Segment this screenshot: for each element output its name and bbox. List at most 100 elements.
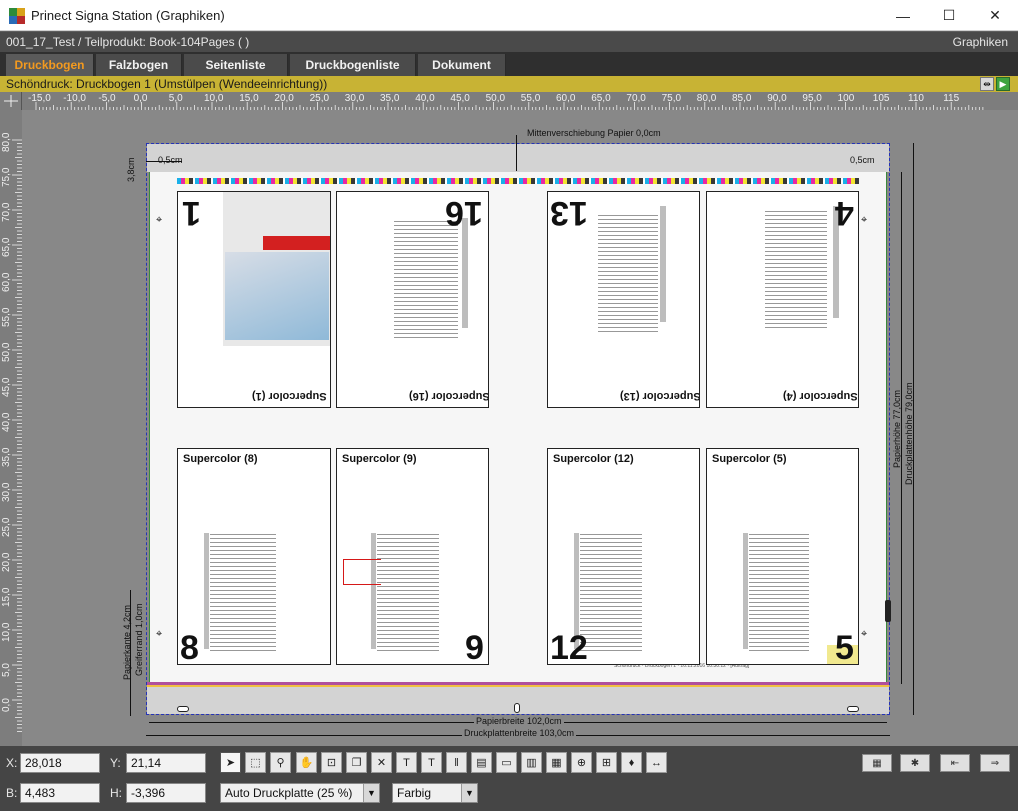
register-hole-left-icon (177, 706, 189, 712)
ruler-tick-label: 10,0 (204, 93, 224, 104)
page-number: 12 (550, 629, 588, 665)
ruler-tick-label: 40,0 (415, 93, 435, 104)
y-coordinate-field[interactable]: 21,14 (126, 753, 206, 773)
color-bar-tool-icon[interactable]: ▤ (471, 752, 492, 773)
ruler-tick-label: 50,0 (1, 342, 12, 362)
distance-tool-icon[interactable]: ↔ (646, 752, 667, 773)
hand-tool-icon[interactable]: ✋ (296, 752, 317, 773)
ruler-tick-label: 25,0 (310, 93, 330, 104)
text-tool-icon[interactable]: T (421, 752, 442, 773)
cyan-strip-tool-icon[interactable]: ▥ (521, 752, 542, 773)
tab-bar: Druckbogen Falzbogen Seitenliste Druckbo… (0, 52, 1018, 76)
page-13[interactable]: 13 Supercolor (13) (547, 191, 700, 408)
ruler-tick-label: 55,0 (1, 307, 12, 327)
center-register-icon (514, 703, 520, 713)
tab-druckbogenliste[interactable]: Druckbogenliste (290, 54, 416, 76)
selection-marker[interactable] (343, 559, 381, 585)
ruler-tick-label: 75,0 (1, 167, 12, 187)
page-16[interactable]: 16 Supercolor (16) (336, 191, 489, 408)
right-margin-label: 0,5cm (850, 155, 875, 165)
plate-select[interactable]: Auto Druckplatte (25 %) ▼ (220, 783, 380, 803)
tab-druckbogen[interactable]: Druckbogen (6, 54, 94, 76)
ruler-tick-label: 30,0 (345, 93, 365, 104)
next-sheet-icon[interactable]: ▶ (996, 77, 1010, 91)
page-number: 16 (445, 194, 483, 232)
horizontal-ruler: -15,0 -10,0 -5,0 0,0 5,0 10,0 15,0 20,0 25,0 30,0… (22, 92, 1018, 110)
page-title: Supercolor (1) (252, 390, 327, 402)
barcode-tool-icon[interactable]: ‖ (446, 752, 467, 773)
color-strip-tool-icon[interactable]: ▦ (546, 752, 567, 773)
ruler-tick-label: 65,0 (1, 237, 12, 257)
ruler-tick-label: 30,0 (1, 482, 12, 502)
minimize-button[interactable]: — (880, 0, 926, 31)
ruler-tick-label: 35,0 (380, 93, 400, 104)
app-logo-icon (9, 8, 25, 24)
center-offset-label: Mittenverschiebung Papier 0,0cm (527, 128, 661, 138)
ruler-tick-label: 20,0 (1, 552, 12, 572)
maximize-button[interactable]: ☐ (926, 0, 972, 31)
color-mode-select[interactable]: Farbig ▼ (392, 783, 478, 803)
crop-tool-icon[interactable]: ⊡ (321, 752, 342, 773)
vertical-ruler: 80,0 75,0 70,0 65,0 60,0 55,0 50,0 45,0 40,0 35,0… (0, 110, 22, 746)
text-frame-tool-icon[interactable]: T (396, 752, 417, 773)
x-coordinate-field[interactable]: 28,018 (20, 753, 100, 773)
plate-select-value: Auto Druckplatte (25 %) (225, 786, 353, 800)
sheet-status-text: Schöndruck: Druckbogen 1 (Umstülpen (Wen… (6, 77, 328, 91)
page-title: Supercolor (8) (183, 453, 258, 465)
ruler-tick-label: 20,0 (274, 93, 294, 104)
tab-seitenliste[interactable]: Seitenliste (184, 54, 288, 76)
ruler-tick-label: 105 (873, 93, 890, 104)
chevron-down-icon: ▼ (363, 784, 379, 802)
flip-sheet-icon[interactable]: ⇹ (980, 77, 994, 91)
page-9[interactable]: Supercolor (9) 9 (336, 448, 489, 665)
cut-marks-tool-icon[interactable]: ✕ (371, 752, 392, 773)
ruler-tick-label: 70,0 (1, 202, 12, 222)
ruler-tick-label: 80,0 (697, 93, 717, 104)
ruler-tick-label: 85,0 (732, 93, 752, 104)
fold-mark-tool-icon[interactable]: ⊕ (571, 752, 592, 773)
job-path: 001_17_Test / Teilprodukt: Book-104Pages… (6, 35, 250, 49)
ruler-tick-label: 5,0 (169, 93, 183, 104)
ruler-tick-label: 25,0 (1, 517, 12, 537)
register-mark-tool-icon[interactable]: ⊞ (596, 752, 617, 773)
height-field[interactable]: -3,396 (126, 783, 206, 803)
center-line (516, 135, 517, 171)
dashed-frame-tool-icon[interactable]: ▭ (496, 752, 517, 773)
sheet-workspace[interactable]: Mittenverschiebung Papier 0,0cm 0,5cm 0,… (22, 110, 1018, 746)
paper-edge-label: Papierkante 4,2cm (122, 604, 132, 680)
chevron-down-icon: ▼ (461, 784, 477, 802)
copy-tool-icon[interactable]: ❐ (346, 752, 367, 773)
ruler-origin-icon[interactable] (0, 92, 22, 110)
ruler-tick-label: 65,0 (591, 93, 611, 104)
ruler-tick-label: 70,0 (626, 93, 646, 104)
tab-dokument[interactable]: Dokument (418, 54, 506, 76)
left-margin-label: 0,5cm (158, 155, 183, 165)
ink-tool-icon[interactable]: ♦ (621, 752, 642, 773)
page-1[interactable]: 1 Supercolor (1) (177, 191, 331, 408)
plate-height-label: Druckplattenhöhe 79,0cm (904, 382, 914, 485)
ruler-tick-label: 0,0 (134, 93, 148, 104)
pointer-tool-icon[interactable]: ➤ (220, 752, 241, 773)
zoom-tool-icon[interactable]: ⚲ (270, 752, 291, 773)
width-field[interactable]: 4,483 (20, 783, 100, 803)
height-label: H: (110, 786, 122, 800)
select-frame-tool-icon[interactable]: ⬚ (245, 752, 266, 773)
page-12[interactable]: Supercolor (12) 12 (547, 448, 700, 665)
paper-height-label: Papierhöhe 77,0cm (892, 389, 902, 468)
export-icon[interactable]: ⇒ (980, 754, 1010, 772)
close-button[interactable]: ✕ (972, 0, 1018, 31)
page-4[interactable]: 4 Supercolor (4) (706, 191, 859, 408)
plate-width-label: Druckplattenbreite 103,0cm (462, 728, 577, 738)
side-lay-mark-icon (885, 600, 891, 622)
register-hole-right-icon (847, 706, 859, 712)
registration-mark-icon: ⌖ (861, 628, 868, 640)
registration-mark-icon: ⌖ (156, 628, 163, 640)
page-5[interactable]: Supercolor (5) 5 (706, 448, 859, 665)
page-title: Supercolor (5) (712, 453, 787, 465)
marks-settings-icon[interactable]: ✱ (900, 754, 930, 772)
sheet-view-icon[interactable]: ▦ (862, 754, 892, 772)
paper-width-label: Papierbreite 102,0cm (474, 716, 564, 726)
tab-falzbogen[interactable]: Falzbogen (96, 54, 182, 76)
align-remove-icon[interactable]: ⇤ (940, 754, 970, 772)
page-8[interactable]: Supercolor (8) 8 (177, 448, 331, 665)
